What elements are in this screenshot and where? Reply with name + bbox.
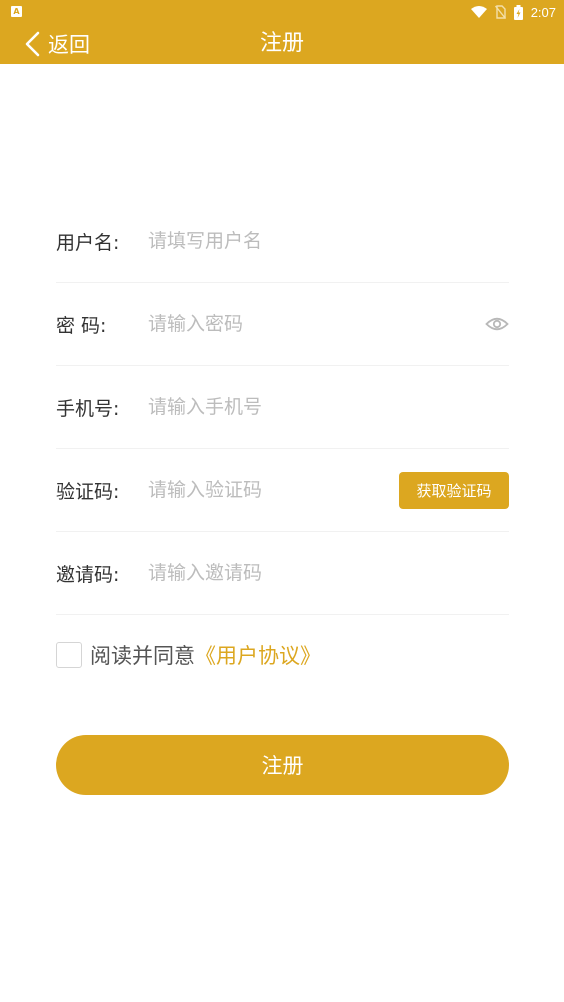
no-sim-icon — [494, 5, 506, 19]
code-input[interactable] — [148, 479, 389, 501]
phone-row: 手机号: — [56, 366, 509, 449]
password-row: 密 码: — [56, 283, 509, 366]
status-bar: A 2:07 — [0, 0, 564, 24]
password-input[interactable] — [148, 313, 475, 335]
agree-checkbox[interactable] — [56, 642, 82, 668]
eye-icon[interactable] — [485, 316, 509, 332]
chevron-left-icon — [25, 31, 40, 57]
register-button[interactable]: 注册 — [56, 735, 509, 795]
back-label: 返回 — [48, 33, 90, 57]
status-icons: 2:07 — [470, 0, 556, 24]
agreement: 阅读并同意 《用户协议》 — [56, 641, 321, 669]
battery-charging-icon — [513, 4, 523, 20]
back-button[interactable]: 返回 — [24, 24, 90, 64]
username-input[interactable] — [148, 230, 509, 252]
invite-label: 邀请码: — [56, 563, 120, 586]
agree-text: 阅读并同意 — [90, 644, 195, 668]
username-row: 用户名: — [56, 200, 509, 283]
username-label: 用户名: — [56, 231, 120, 254]
invite-row: 邀请码: — [56, 532, 509, 615]
status-time: 2:07 — [530, 4, 556, 20]
get-code-button[interactable]: 获取验证码 — [399, 471, 509, 509]
code-row: 验证码: 获取验证码 — [56, 449, 509, 532]
phone-input[interactable] — [148, 396, 509, 418]
code-label: 验证码: — [56, 480, 120, 503]
header: 返回 注册 — [0, 24, 564, 64]
wifi-icon — [470, 6, 487, 18]
phone-label: 手机号: — [56, 397, 120, 420]
password-label: 密 码: — [56, 314, 107, 337]
register-form: 用户名: 密 码: 手机号: 验证码: 获取验证码 邀请码: — [56, 200, 509, 615]
app-notification-icon: A — [11, 6, 22, 17]
invite-input[interactable] — [148, 562, 509, 584]
user-agreement-link[interactable]: 《用户协议》 — [195, 640, 321, 670]
